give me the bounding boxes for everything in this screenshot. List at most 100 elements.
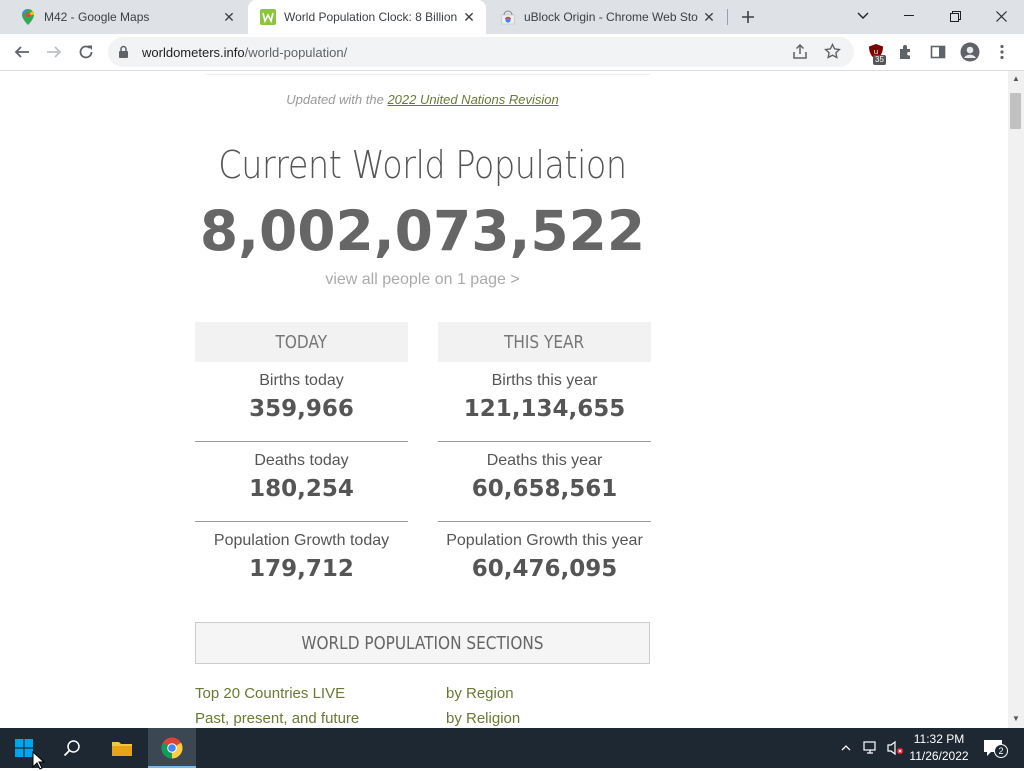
sections-header-label: WORLD POPULATION SECTIONS <box>301 632 544 654</box>
url-domain: worldometers.info <box>142 45 245 60</box>
volume-muted-icon <box>887 740 904 756</box>
section-link-top-20[interactable]: Top 20 Countries LIVE <box>195 685 345 702</box>
this-year-header: THIS YEAR <box>438 322 651 362</box>
section-link-by-religion[interactable]: by Religion <box>446 710 520 727</box>
births-today-stat: Births today 359,966 <box>195 362 408 442</box>
action-center-button[interactable]: 2 <box>978 728 1008 768</box>
un-revision-link[interactable]: 2022 United Nations Revision <box>387 92 558 107</box>
tab-ublock-origin[interactable]: uBlock Origin - Chrome Web Sto ✕ <box>488 0 726 34</box>
this-year-column: THIS YEAR Births this year 121,134,655 D… <box>438 322 651 602</box>
lock-icon[interactable] <box>118 45 129 64</box>
system-clock[interactable]: 11:32 PM 11/26/2022 <box>906 731 972 765</box>
minimize-icon <box>904 15 914 16</box>
kebab-menu-icon <box>1000 44 1004 60</box>
address-bar[interactable]: worldometers.info/world-population/ <box>108 37 854 67</box>
ublock-extension-button[interactable]: u 35 <box>862 38 890 66</box>
network-tray-button[interactable] <box>860 728 882 768</box>
page-scrollbar[interactable]: ▲ ▼ <box>1008 71 1024 728</box>
tab-strip: M42 - Google Maps ✕ World Population Clo… <box>0 0 1024 34</box>
forward-arrow-icon <box>47 46 62 58</box>
section-link-by-region[interactable]: by Region <box>446 685 514 702</box>
stat-label: Births this year <box>491 372 598 389</box>
stat-value: 179,712 <box>249 556 354 582</box>
tab-separator <box>727 9 728 25</box>
today-header-label: TODAY <box>275 331 328 353</box>
chrome-web-store-icon <box>500 9 516 25</box>
browser-toolbar: worldometers.info/world-population/ u 35 <box>0 34 1024 71</box>
stat-label: Deaths today <box>254 452 349 469</box>
population-counter: 8,002,073,522 <box>199 199 646 263</box>
mouse-cursor-icon <box>32 751 46 770</box>
clock-date: 11/26/2022 <box>909 749 969 763</box>
side-panel-icon <box>930 45 946 59</box>
avatar-icon <box>960 42 980 62</box>
chevron-down-icon <box>857 12 869 19</box>
stat-value: 359,966 <box>249 396 354 422</box>
new-tab-button[interactable] <box>736 5 760 29</box>
stat-label: Births today <box>259 372 344 389</box>
stat-label: Population Growth this year <box>446 532 643 549</box>
divider <box>205 71 650 75</box>
close-icon[interactable]: ✕ <box>700 8 718 26</box>
tab-world-population[interactable]: World Population Clock: 8 Billion ✕ <box>248 0 486 34</box>
stat-label: Population Growth today <box>213 532 390 549</box>
tab-search-button[interactable] <box>840 0 886 32</box>
scroll-up-arrow-icon[interactable]: ▲ <box>1012 74 1020 83</box>
tab-title: M42 - Google Maps <box>44 10 150 24</box>
puzzle-icon <box>900 45 910 59</box>
volume-tray-button[interactable] <box>884 728 906 768</box>
today-header: TODAY <box>195 322 408 362</box>
stat-label: Deaths this year <box>486 452 603 469</box>
file-explorer-button[interactable] <box>98 728 146 768</box>
reload-icon <box>79 45 93 59</box>
restore-button[interactable] <box>932 0 978 32</box>
scrollbar-thumb[interactable] <box>1010 93 1021 129</box>
deaths-year-stat: Deaths this year 60,658,561 <box>438 442 651 522</box>
windows-logo-icon <box>15 739 33 757</box>
notification-count-badge: 2 <box>994 744 1008 758</box>
births-year-stat: Births this year 121,134,655 <box>438 362 651 442</box>
close-icon[interactable]: ✕ <box>460 8 478 26</box>
reload-button[interactable] <box>72 38 100 66</box>
close-icon[interactable]: ✕ <box>220 8 238 26</box>
forward-button[interactable] <box>40 38 68 66</box>
taskbar-search-button[interactable] <box>48 728 96 768</box>
search-icon <box>63 740 80 757</box>
today-column: TODAY Births today 359,966 Deaths today … <box>195 322 408 602</box>
chrome-taskbar-button[interactable] <box>148 728 196 768</box>
scroll-down-arrow-icon[interactable]: ▼ <box>1012 714 1020 723</box>
minimize-button[interactable] <box>886 0 932 32</box>
stat-value: 60,476,095 <box>471 556 618 582</box>
share-icon[interactable] <box>792 43 808 65</box>
back-button[interactable] <box>8 38 36 66</box>
extension-badge: 35 <box>873 55 886 65</box>
network-icon <box>863 741 876 754</box>
deaths-today-stat: Deaths today 180,254 <box>195 442 408 522</box>
view-all-people-link[interactable]: view all people on 1 page > <box>0 271 845 289</box>
show-hidden-icons-button[interactable] <box>836 728 856 768</box>
page-title: Current World Population <box>218 143 627 187</box>
tab-google-maps[interactable]: M42 - Google Maps ✕ <box>0 0 246 34</box>
side-panel-button[interactable] <box>924 38 952 66</box>
section-link-past-present-future[interactable]: Past, present, and future <box>195 710 359 727</box>
bookmark-star-icon[interactable] <box>824 42 841 65</box>
restore-icon <box>949 10 961 22</box>
chrome-icon <box>161 737 183 759</box>
page-content: Updated with the 2022 United Nations Rev… <box>0 71 1008 728</box>
close-icon <box>995 10 1007 22</box>
updated-note: Updated with the 2022 United Nations Rev… <box>0 92 845 107</box>
back-arrow-icon <box>14 46 29 58</box>
extensions-button[interactable] <box>892 38 920 66</box>
tab-title: uBlock Origin - Chrome Web Sto <box>524 10 698 24</box>
close-window-button[interactable] <box>978 0 1024 32</box>
stat-value: 121,134,655 <box>463 396 626 422</box>
google-maps-icon <box>20 9 36 25</box>
updated-prefix: Updated with the <box>286 92 384 107</box>
this-year-header-label: THIS YEAR <box>504 331 585 353</box>
profile-button[interactable] <box>956 38 984 66</box>
folder-icon <box>112 742 132 756</box>
population-sections-header: WORLD POPULATION SECTIONS <box>195 622 650 664</box>
chrome-menu-button[interactable] <box>988 38 1016 66</box>
worldometers-icon <box>260 9 276 25</box>
url-text: worldometers.info/world-population/ <box>142 45 347 60</box>
